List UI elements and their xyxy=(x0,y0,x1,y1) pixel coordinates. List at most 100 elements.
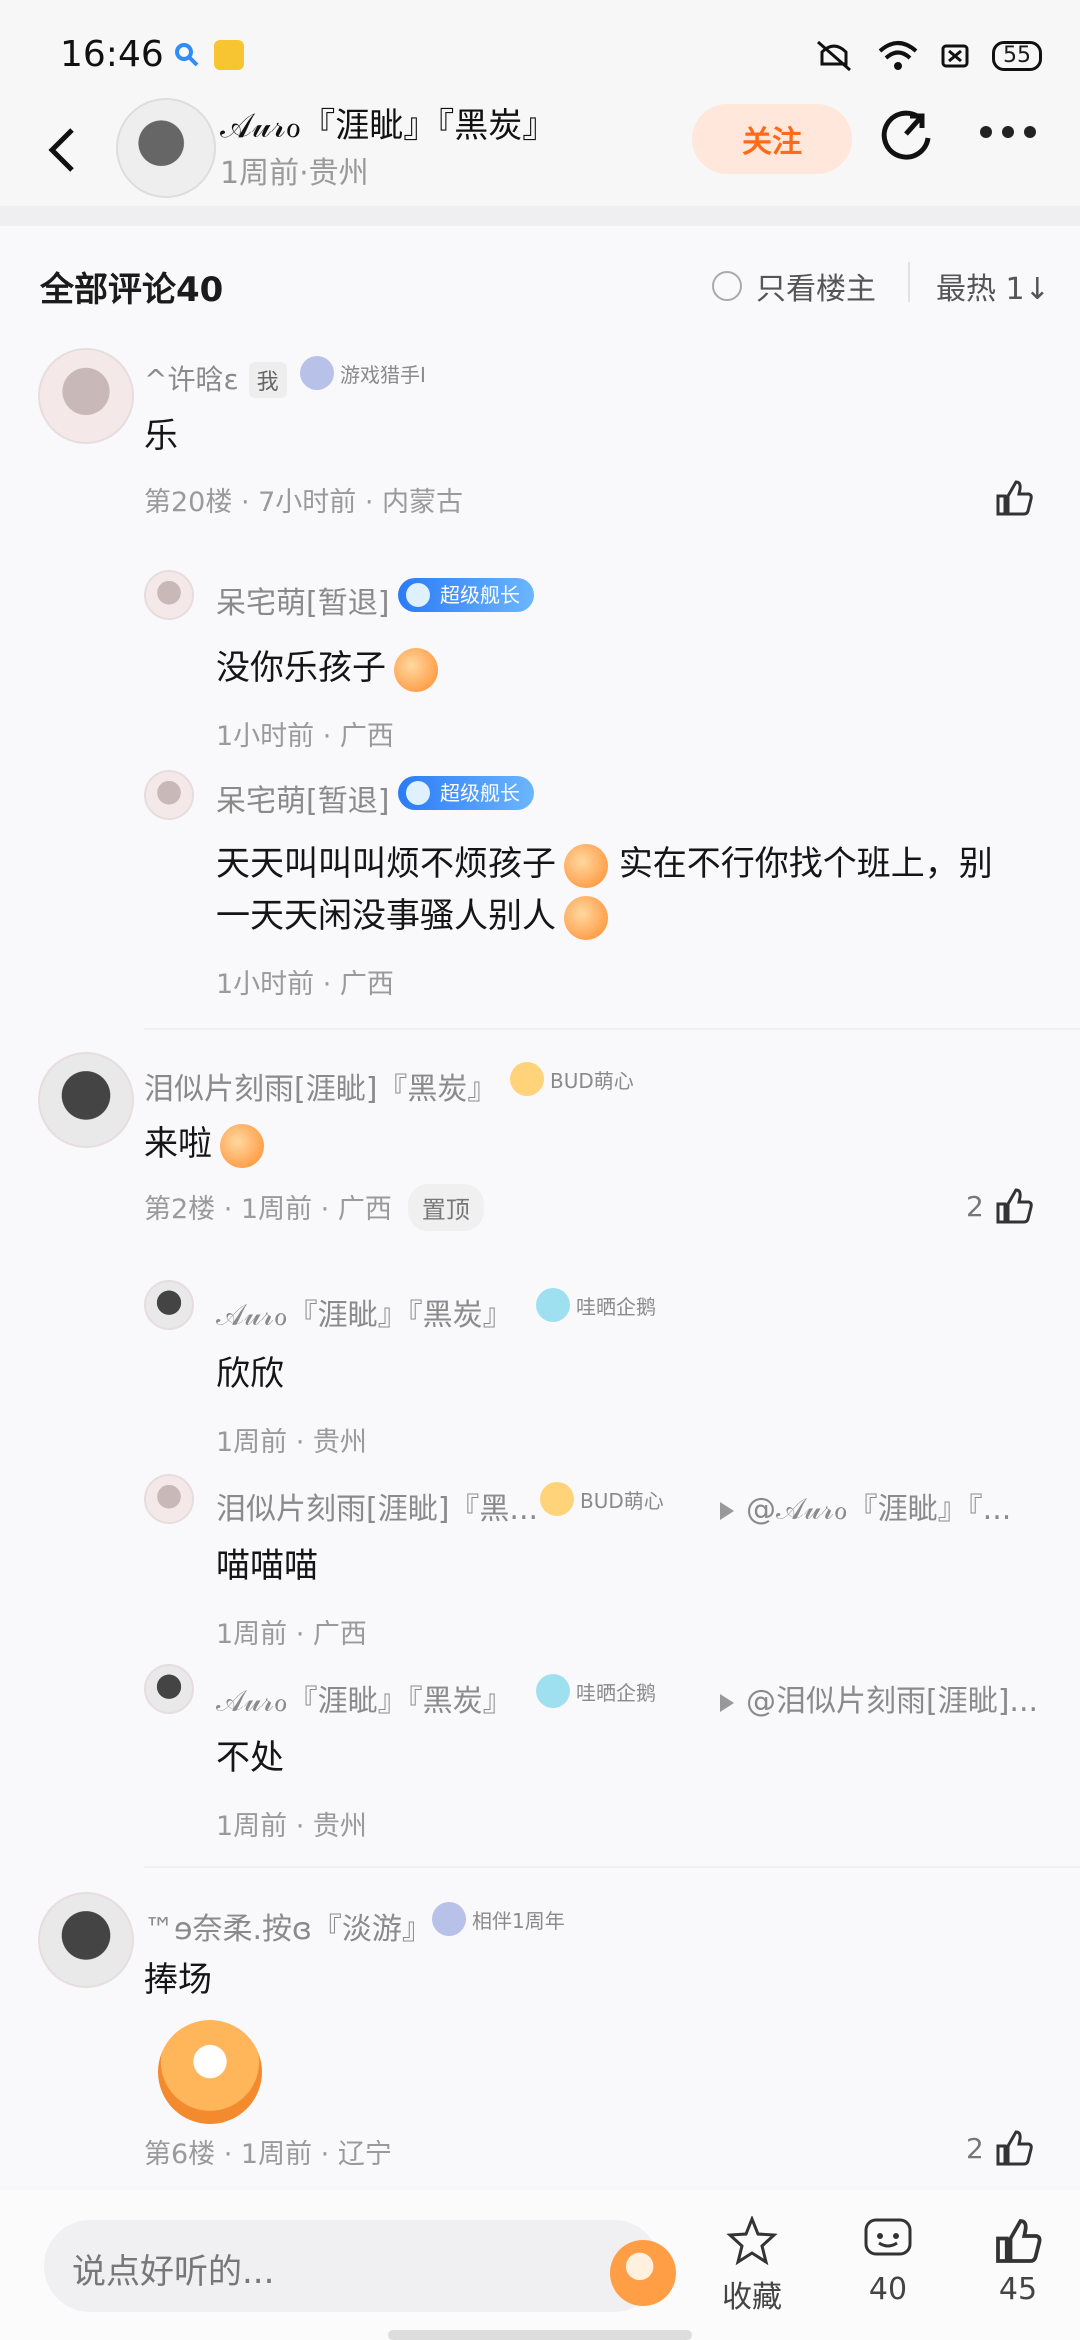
member-badge: 超级舰长 xyxy=(398,776,534,810)
reply-username[interactable]: 泪似片刻雨[涯眦]『黑... xyxy=(216,1484,538,1528)
reply-text-line1b: 实在不行你找个班上，别 xyxy=(618,844,993,884)
avatar[interactable] xyxy=(38,1892,134,1988)
badge-label: BUD萌心 xyxy=(550,1068,634,1093)
sim-icon xyxy=(941,44,969,68)
status-time: 16:46 xyxy=(60,34,164,75)
author-avatar[interactable] xyxy=(116,98,216,198)
reply-to-target[interactable]: @泪似片刻雨[涯眦]... xyxy=(696,1676,1038,1720)
comment-meta: 第20楼 · 7小时前 · 内蒙古 xyxy=(144,487,464,518)
reply-avatar[interactable] xyxy=(144,1474,194,1524)
comments-title: 全部评论40 xyxy=(40,270,224,310)
status-icons: 55 xyxy=(812,38,1042,74)
reply-username[interactable]: 𝒜𝓊𝓇ℴ『涯眦』『黑炭』 xyxy=(216,1676,513,1720)
comment-text-content: 来啦 xyxy=(144,1124,212,1164)
emoji-icon xyxy=(564,843,608,888)
comment-username[interactable]: ™ɘ奈柔.按ɞ『淡游』 xyxy=(144,1904,432,1948)
badge-label: 相伴1周年 xyxy=(472,1908,565,1933)
comment-meta-text: 第2楼 · 1周前 · 广西 xyxy=(144,1194,392,1225)
emoji-icon xyxy=(394,647,438,692)
app-notification-icon xyxy=(214,40,244,70)
username-text: ^许晗ε xyxy=(144,363,239,396)
badge-icon xyxy=(432,1902,466,1936)
share-icon xyxy=(881,110,931,160)
badge-label: 游戏猎手I xyxy=(340,362,426,387)
reply-text-line2: 一天天闲没事骚人别人 xyxy=(216,896,556,936)
wifi-icon xyxy=(878,41,918,70)
reply-meta: 1周前 · 贵州 xyxy=(216,1811,367,1842)
reply-meta: 1周前 · 广西 xyxy=(216,1619,367,1650)
reply-to-text: @泪似片刻雨[涯眦]... xyxy=(746,1684,1039,1719)
badge-icon xyxy=(300,356,334,390)
reply-text: 没你乐孩子 xyxy=(216,640,438,692)
back-button[interactable] xyxy=(42,120,82,180)
reply-avatar[interactable] xyxy=(144,1664,194,1714)
comment-text: 乐 xyxy=(144,416,178,456)
bottom-action-bar: 说点好听的... 收藏 40 45 xyxy=(0,2190,1080,2340)
badge-label: 哇晒企鹅 xyxy=(576,1680,656,1705)
favorite-button[interactable]: 收藏 xyxy=(702,2216,802,2316)
comment-count-button[interactable]: 40 xyxy=(838,2216,938,2307)
reply-username[interactable]: 呆宅萌[暂退] xyxy=(216,578,389,622)
user-badge: 哇晒企鹅 xyxy=(536,1288,656,1322)
reply-text: 喵喵喵 xyxy=(216,1546,318,1586)
thumbs-up-icon xyxy=(996,2130,1033,2166)
emoji-picker-icon[interactable] xyxy=(610,2240,676,2306)
reply-text-line1: 天天叫叫叫烦不烦孩子 xyxy=(216,844,556,884)
like-count: 2 xyxy=(966,1189,984,1223)
user-badge: BUD萌心 xyxy=(540,1482,664,1516)
member-badge: 超级舰长 xyxy=(398,578,534,612)
reply-avatar[interactable] xyxy=(144,1280,194,1330)
reply-meta: 1小时前 · 广西 xyxy=(216,721,394,752)
reply-avatar[interactable] xyxy=(144,570,194,620)
avatar[interactable] xyxy=(38,348,134,444)
badge-icon xyxy=(540,1482,574,1516)
reply-username[interactable]: 𝒜𝓊𝓇ℴ『涯眦』『黑炭』 xyxy=(216,1290,513,1334)
comment-text: 来啦 xyxy=(144,1116,264,1168)
more-options-button[interactable] xyxy=(980,126,1036,138)
comment-separator xyxy=(144,1866,1080,1868)
like-button[interactable]: 2 xyxy=(966,1186,1034,1226)
divider xyxy=(908,262,910,302)
favorite-label: 收藏 xyxy=(722,2280,782,2315)
reply-avatar[interactable] xyxy=(144,770,194,820)
share-button[interactable] xyxy=(880,108,936,164)
author-name[interactable]: 𝒜𝓊𝓇ℴ『涯眦』『黑炭』 xyxy=(220,98,556,147)
comment-separator xyxy=(144,1028,1080,1030)
only-op-label: 只看楼主 xyxy=(756,272,876,307)
reply-text-continued: 一天天闲没事骚人别人 xyxy=(216,888,608,940)
like-button[interactable] xyxy=(994,478,1034,518)
thumbs-up-icon xyxy=(996,2219,1042,2263)
reply-text: 天天叫叫叫烦不烦孩子 实在不行你找个班上，别 xyxy=(216,836,993,888)
pinned-badge: 置顶 xyxy=(407,1184,484,1231)
emoji-icon xyxy=(564,895,608,940)
reply-meta: 1小时前 · 广西 xyxy=(216,969,394,1000)
user-badge: 游戏猎手I xyxy=(300,356,426,390)
like-button[interactable]: 2 xyxy=(966,2128,1034,2168)
reply-to-target[interactable]: @𝒜𝓊𝓇ℴ『涯眦』『... xyxy=(696,1484,1011,1528)
like-post-button[interactable]: 45 xyxy=(968,2216,1068,2307)
search-notification-icon xyxy=(172,40,202,70)
follow-button[interactable]: 关注 xyxy=(692,104,852,174)
sort-button[interactable]: 最热 1↓ xyxy=(936,264,1050,308)
post-header: 𝒜𝓊𝓇ℴ『涯眦』『黑炭』 1周前·贵州 关注 xyxy=(0,98,1080,206)
badge-label: BUD萌心 xyxy=(580,1488,664,1513)
reply-text-content: 没你乐孩子 xyxy=(216,648,386,688)
reply-arrow-icon xyxy=(720,1501,734,1520)
badge-label: 哇晒企鹅 xyxy=(576,1294,656,1319)
comment-username[interactable]: 泪似片刻雨[涯眦]『黑炭』 xyxy=(144,1064,497,1108)
comment-input-placeholder: 说点好听的... xyxy=(72,2252,275,2292)
emoji-icon xyxy=(220,1123,264,1168)
battery-indicator: 55 xyxy=(992,41,1042,71)
only-op-toggle[interactable]: 只看楼主 xyxy=(712,264,876,308)
section-divider xyxy=(0,206,1080,226)
comment-input[interactable]: 说点好听的... xyxy=(44,2220,676,2312)
sticker-image[interactable] xyxy=(158,2020,262,2124)
reply-meta: 1周前 · 贵州 xyxy=(216,1427,367,1458)
reply-to-text: @𝒜𝓊𝓇ℴ『涯眦』『... xyxy=(746,1492,1012,1527)
comment-username[interactable]: ^许晗ε 我 xyxy=(144,358,287,398)
avatar[interactable] xyxy=(38,1052,134,1148)
user-badge: 哇晒企鹅 xyxy=(536,1674,656,1708)
reply-username[interactable]: 呆宅萌[暂退] xyxy=(216,776,389,820)
star-icon xyxy=(726,2216,778,2266)
radio-icon xyxy=(712,271,742,301)
